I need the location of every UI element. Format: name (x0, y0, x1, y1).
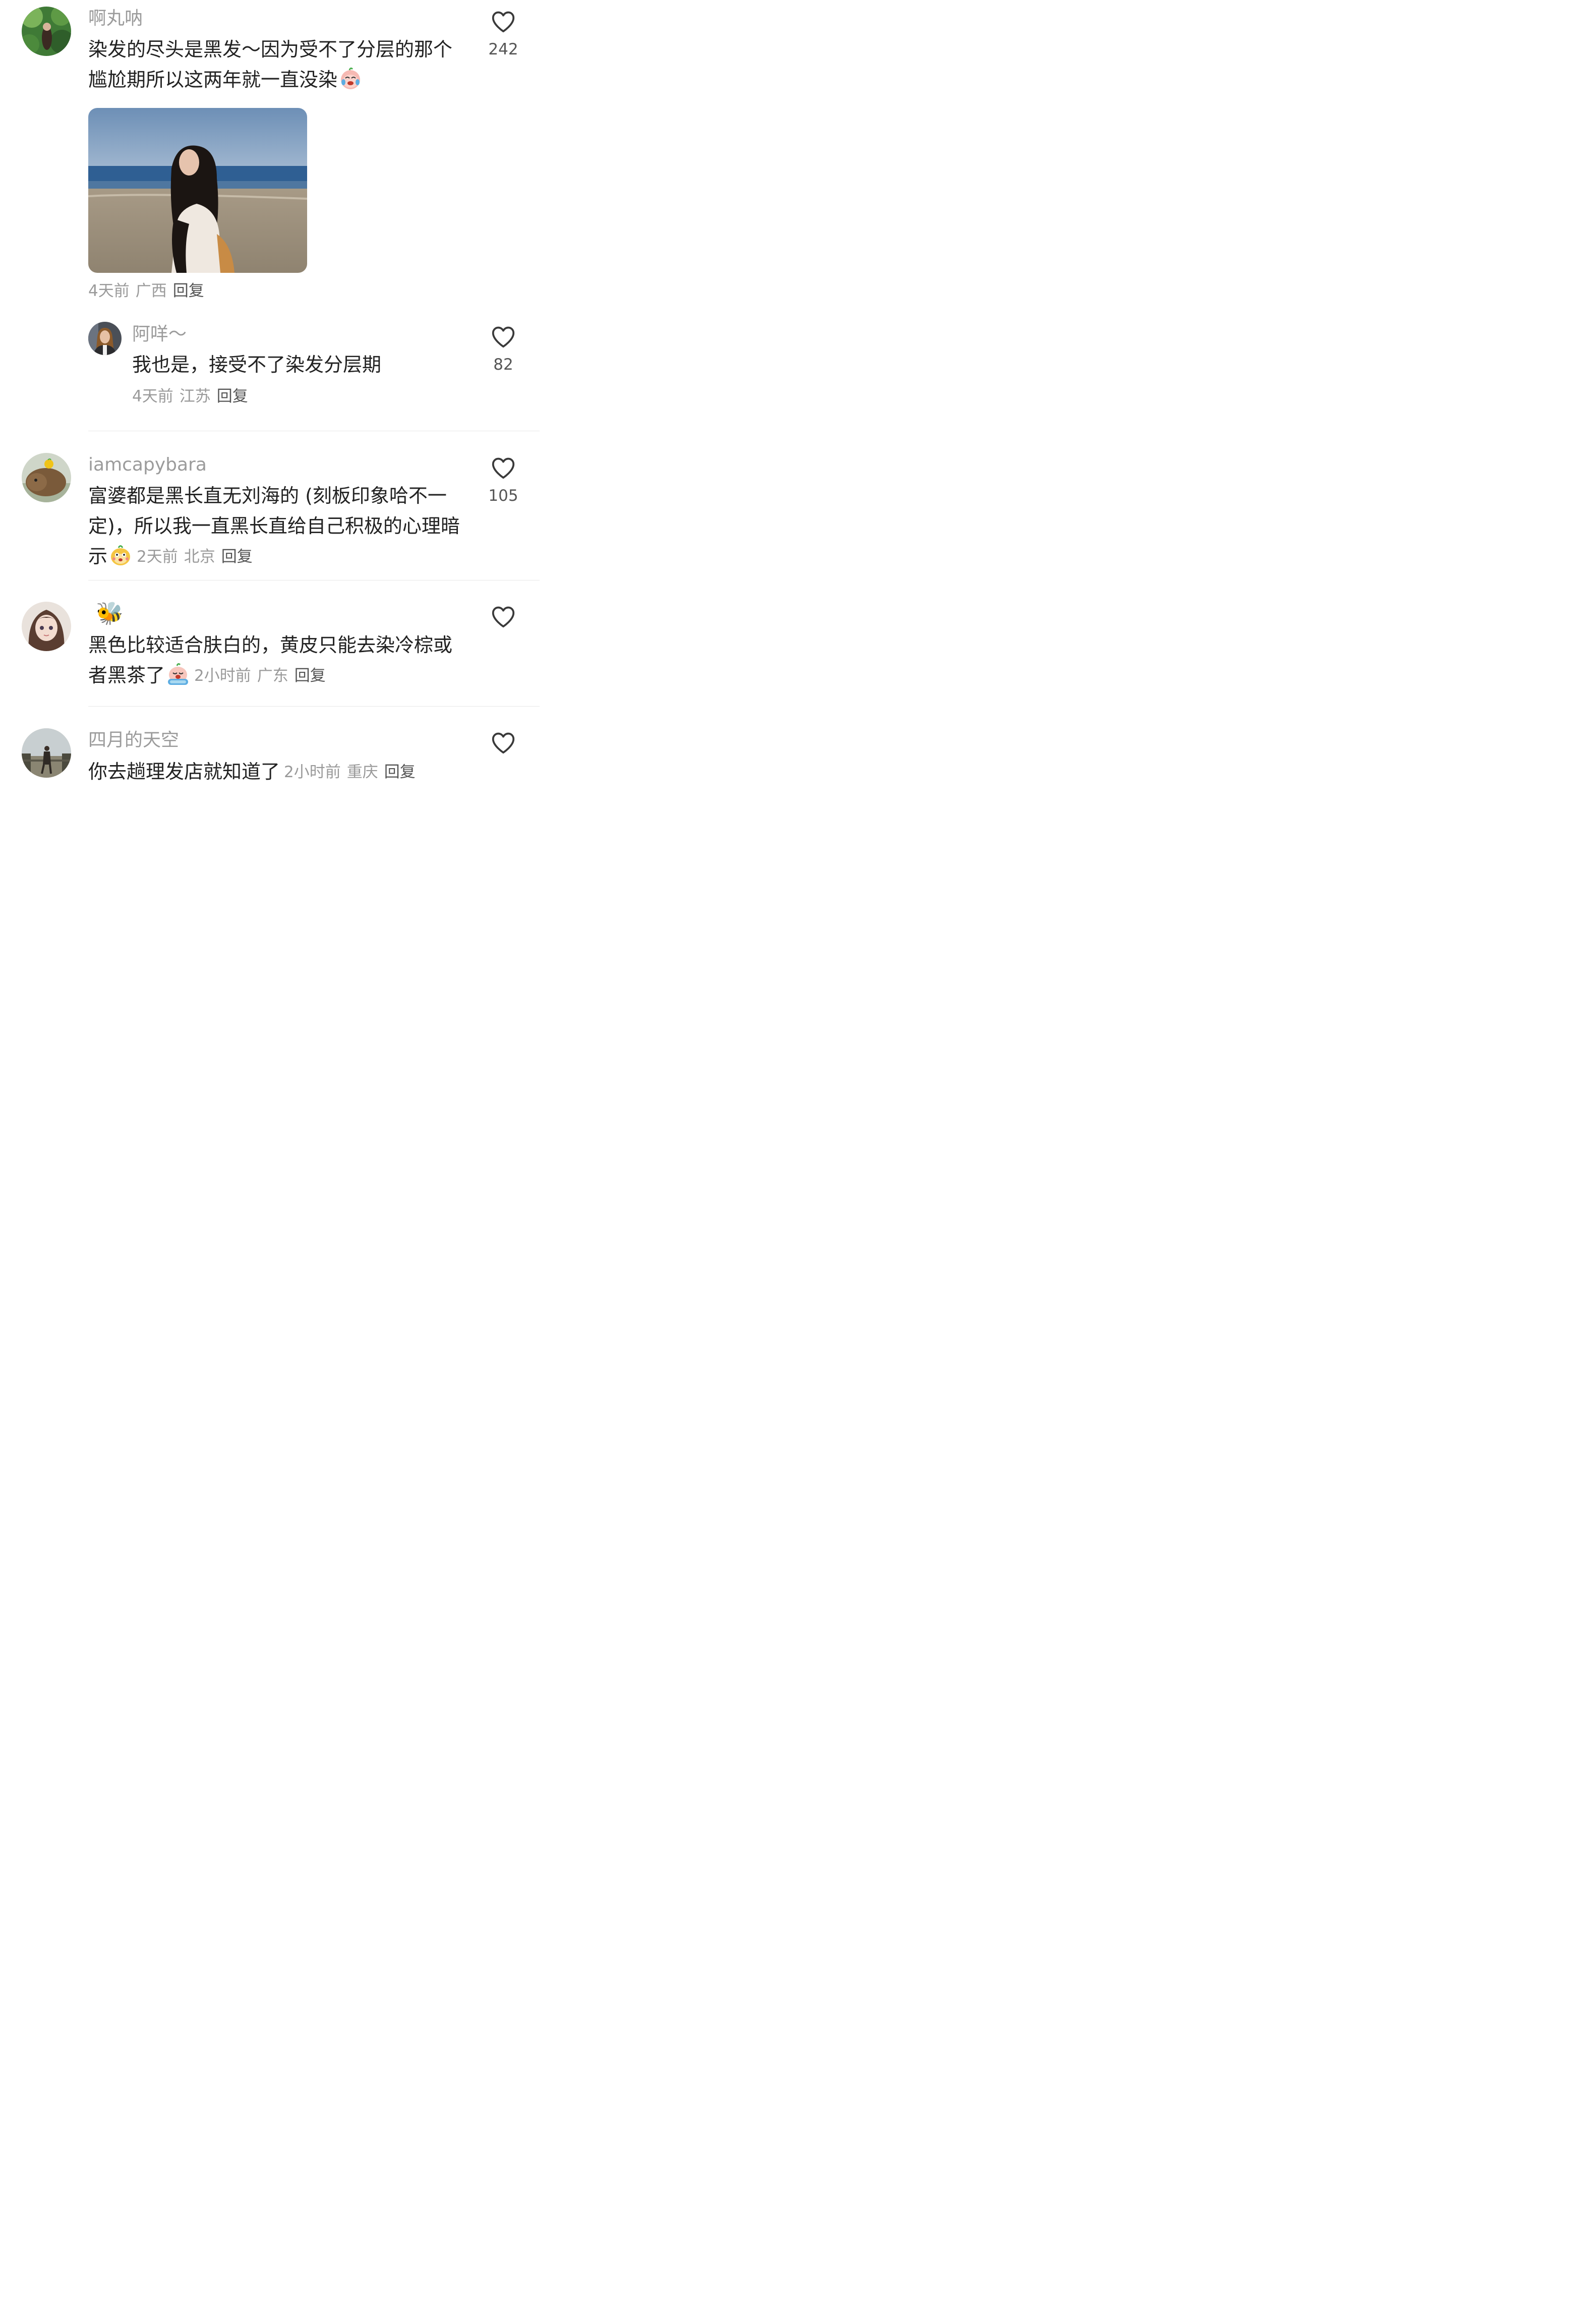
username[interactable]: 🐝 (96, 601, 124, 626)
comment-text-body: 染发的尽头是黑发～因为受不了分层的那个尴尬期所以这两年就一直没染 (88, 38, 453, 91)
reply-button[interactable]: 回复 (384, 763, 416, 781)
comment-text: 你去趟理发店就知道了 2小时前 重庆 回复 (88, 757, 472, 787)
comment-location: 广西 (135, 282, 167, 300)
username[interactable]: iamcapybara (88, 454, 207, 476)
username[interactable]: 四月的天空 (88, 729, 179, 751)
like-button[interactable] (482, 603, 525, 634)
comment-meta: 2小时前 广东 回复 (194, 667, 326, 685)
like-button[interactable]: 105 (482, 454, 525, 506)
comment-photo[interactable] (88, 108, 307, 273)
comment-time: 4天前 (132, 387, 173, 405)
comment-text: 富婆都是黑长直无刘海的 (刻板印象哈不一定)，所以我一直黑长直给自己积极的心理暗… (88, 481, 461, 572)
heart-icon (490, 323, 517, 351)
comment-text-body: 你去趟理发店就知道了 (88, 761, 280, 783)
avatar[interactable] (22, 453, 71, 502)
heart-icon (490, 8, 517, 35)
comment-time: 2小时前 (284, 763, 341, 781)
comment-location: 重庆 (346, 763, 378, 781)
heart-icon (490, 729, 517, 757)
like-count: 242 (488, 40, 518, 59)
reply-button[interactable]: 回复 (173, 282, 204, 300)
smug-face-emoji-icon (108, 543, 133, 567)
like-button[interactable] (482, 729, 525, 761)
comment-meta: 2小时前 重庆 回复 (284, 763, 416, 781)
username[interactable]: 啊丸呐 (88, 8, 143, 30)
comment-location: 北京 (184, 548, 215, 566)
heart-icon (490, 603, 517, 630)
reply-button[interactable]: 回复 (221, 548, 253, 566)
like-button[interactable]: 82 (482, 323, 525, 375)
avatar[interactable] (88, 322, 122, 355)
heart-icon (490, 454, 517, 482)
comment-location: 江苏 (179, 387, 211, 405)
comment-location: 广东 (257, 667, 288, 685)
comment-time: 2小时前 (194, 667, 251, 685)
comment-meta: 4天前 广西 回复 (88, 281, 204, 301)
comment-time: 2天前 (137, 548, 178, 566)
comment-text: 黑色比较适合肤白的，黄皮只能去染冷棕或者黑茶了 2小时前 广东 回复 (88, 630, 461, 691)
comment-meta: 4天前 江苏 回复 (132, 386, 248, 406)
avatar[interactable] (22, 602, 71, 651)
comment-time: 4天前 (88, 282, 130, 300)
username[interactable]: 阿咩～ (132, 323, 187, 345)
like-count: 105 (488, 487, 518, 505)
reply-button[interactable]: 回复 (295, 667, 326, 685)
comment-text: 染发的尽头是黑发～因为受不了分层的那个尴尬期所以这两年就一直没染 (88, 34, 461, 95)
like-button[interactable]: 242 (482, 8, 525, 60)
like-count: 82 (493, 356, 513, 374)
comment-text: 我也是，接受不了染发分层期 (132, 354, 382, 376)
bee-emoji-icon: 🐝 (96, 601, 124, 626)
crying-laughing-emoji-icon (338, 66, 363, 90)
reply-button[interactable]: 回复 (217, 387, 248, 405)
sobbing-emoji-icon (166, 662, 190, 686)
comment-meta: 2天前 北京 回复 (137, 548, 253, 566)
divider (88, 706, 540, 707)
avatar[interactable] (22, 7, 71, 56)
avatar[interactable] (22, 728, 71, 778)
